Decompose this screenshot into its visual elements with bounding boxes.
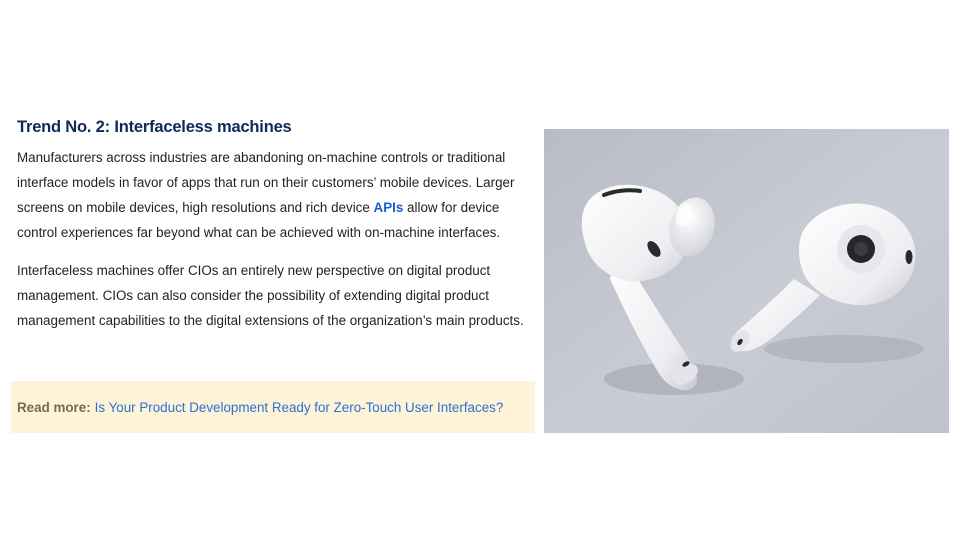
read-more-callout: Read more: Is Your Product Development R… bbox=[11, 381, 535, 433]
read-more-link[interactable]: Is Your Product Development Ready for Ze… bbox=[95, 400, 504, 415]
paragraph-2: Interfaceless machines offer CIOs an ent… bbox=[17, 263, 524, 328]
earbuds-photo bbox=[544, 129, 949, 433]
read-more-label: Read more: bbox=[17, 399, 91, 415]
apis-link[interactable]: APIs bbox=[374, 200, 404, 215]
article-section: Trend No. 2: Interfaceless machines Manu… bbox=[17, 116, 539, 333]
section-heading: Trend No. 2: Interfaceless machines bbox=[17, 118, 292, 136]
earbuds-image bbox=[544, 129, 949, 433]
paragraph-1: Manufacturers across industries are aban… bbox=[17, 145, 539, 245]
